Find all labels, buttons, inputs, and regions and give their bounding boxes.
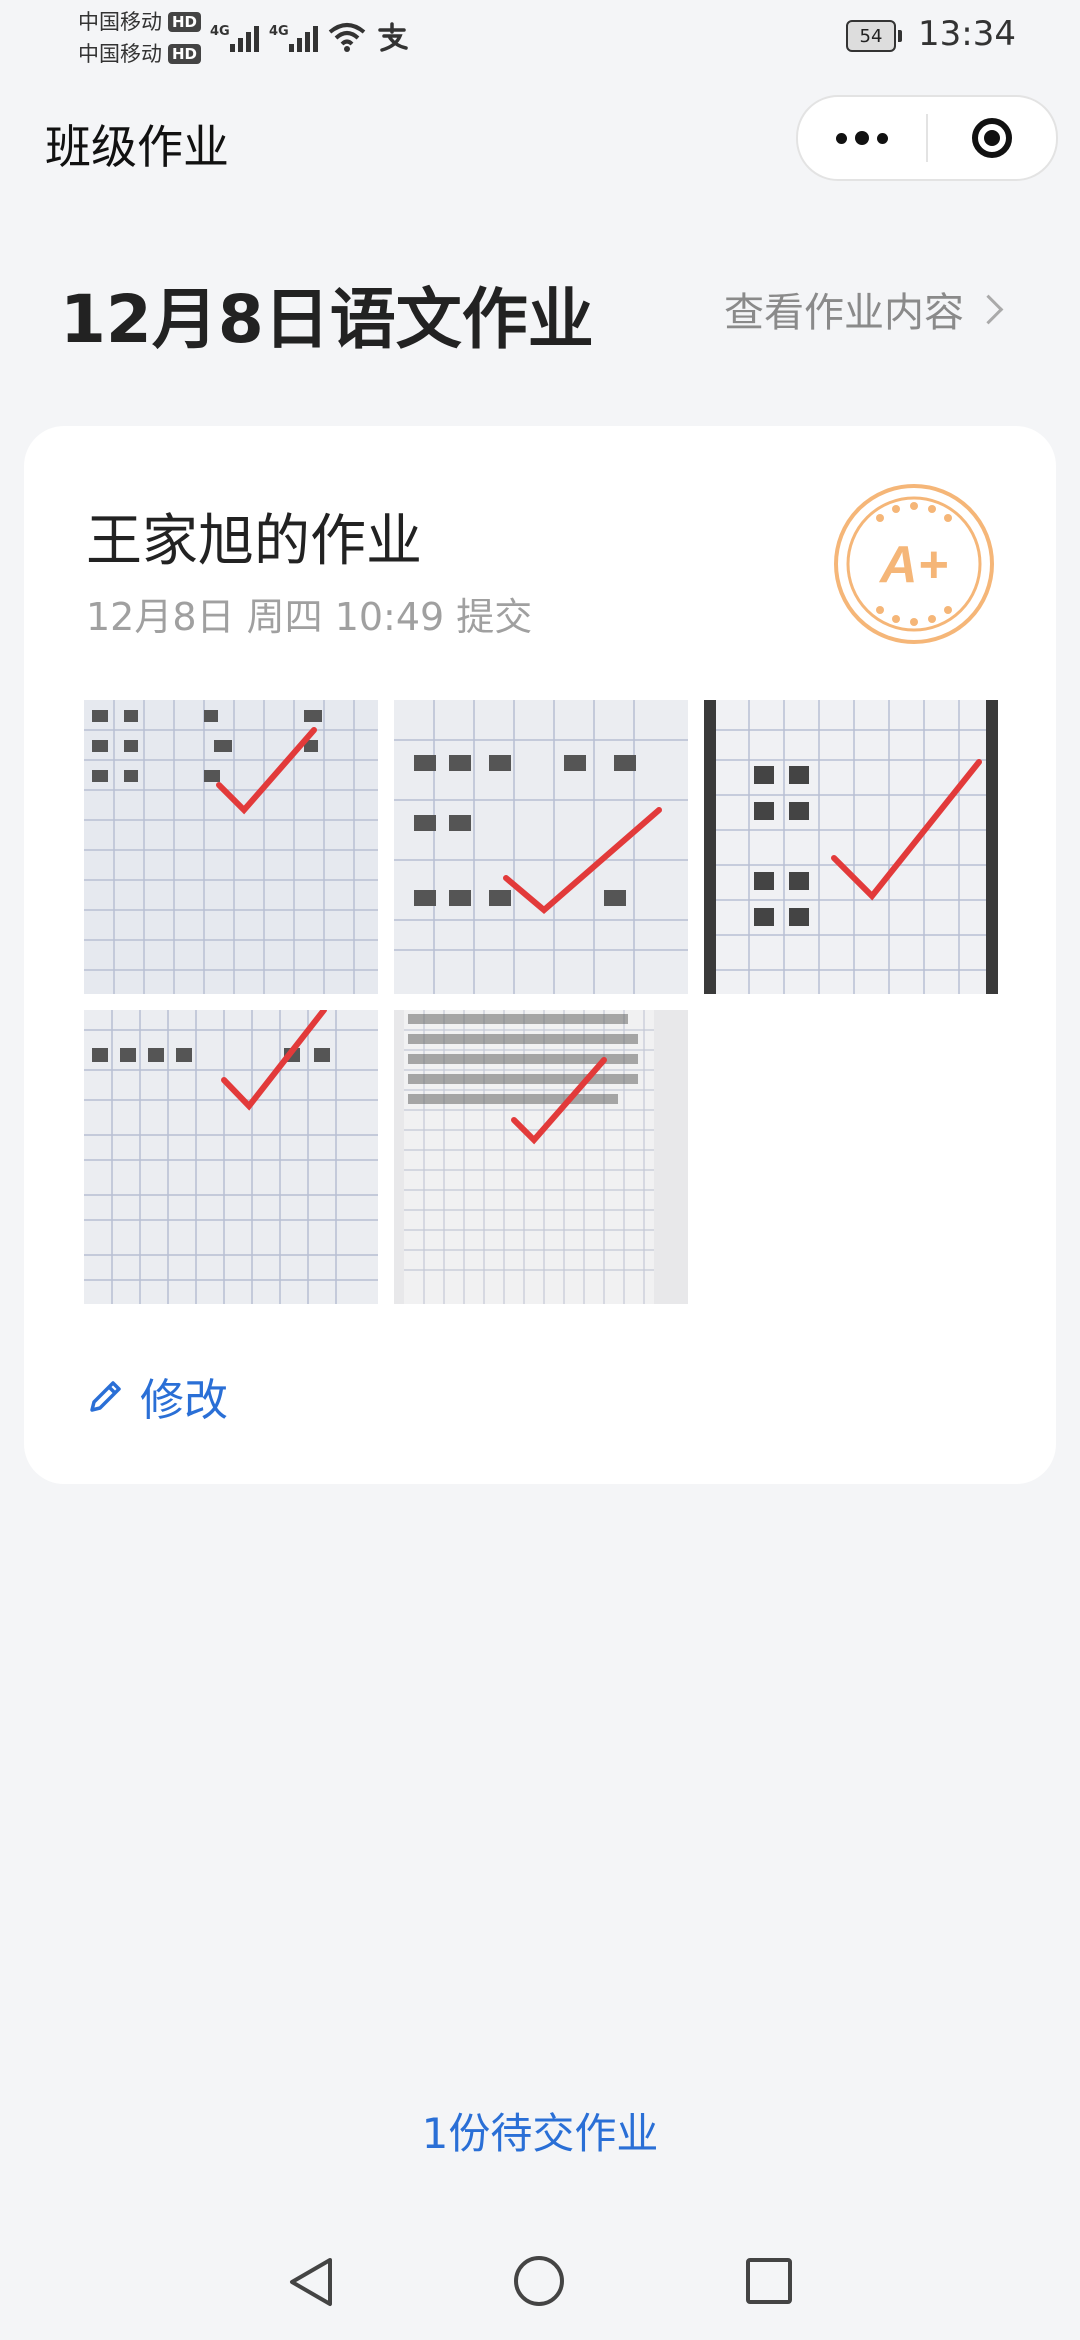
edit-submission-button[interactable]: 修改 — [86, 1364, 228, 1428]
alipay-icon — [376, 22, 408, 52]
close-target-icon[interactable] — [928, 97, 1056, 179]
homework-title: 12月8日语文作业 — [60, 281, 594, 358]
network-type: 4G — [269, 24, 289, 39]
homework-photo[interactable] — [84, 1010, 378, 1304]
battery-level: 54 — [846, 20, 896, 52]
carrier-name: 中国移动 — [78, 10, 162, 34]
carrier-info: 中国移动 HD 中国移动 HD — [78, 6, 202, 70]
signal-icon: 4G — [269, 24, 318, 52]
home-icon[interactable] — [514, 2256, 564, 2306]
clock: 13:34 — [918, 14, 1016, 54]
submission-time: 12月8日 周四 10:49 提交 — [86, 595, 533, 639]
view-content-label: 查看作业内容 — [724, 290, 964, 336]
pending-homework-link[interactable]: 1份待交作业 — [0, 2100, 1080, 2161]
more-icon[interactable] — [798, 97, 926, 179]
submission-card: 王家旭的作业 12月8日 周四 10:49 提交 A+ 修改 — [24, 426, 1056, 1484]
back-icon[interactable] — [286, 2256, 336, 2308]
chevron-right-icon — [973, 294, 1004, 324]
homework-photo[interactable] — [704, 700, 998, 994]
grade-text: A+ — [878, 536, 948, 594]
view-homework-content-link[interactable]: 查看作业内容 — [724, 280, 1004, 338]
submission-owner-title: 王家旭的作业 — [86, 509, 422, 574]
network-type: 4G — [210, 24, 230, 39]
battery-icon: 54 — [846, 20, 902, 52]
pencil-icon — [90, 1381, 121, 1412]
hd-badge: HD — [168, 12, 202, 32]
hd-badge: HD — [168, 44, 202, 64]
system-navigation-bar — [0, 2240, 1080, 2340]
app-title: 班级作业 — [45, 120, 229, 174]
carrier-name: 中国移动 — [78, 42, 162, 66]
wifi-icon — [328, 22, 366, 52]
status-bar: 中国移动 HD 中国移动 HD 4G 4G 54 13:34 — [0, 0, 1080, 80]
mini-program-capsule — [796, 95, 1058, 181]
grade-stamp-icon: A+ — [834, 484, 994, 644]
app-bar: 班级作业 — [0, 95, 1080, 185]
homework-photo[interactable] — [394, 1010, 688, 1304]
homework-photo[interactable] — [394, 700, 688, 994]
recent-apps-icon[interactable] — [746, 2258, 792, 2304]
edit-label: 修改 — [140, 1375, 228, 1426]
homework-photo[interactable] — [84, 700, 378, 994]
signal-icon: 4G — [210, 24, 259, 52]
